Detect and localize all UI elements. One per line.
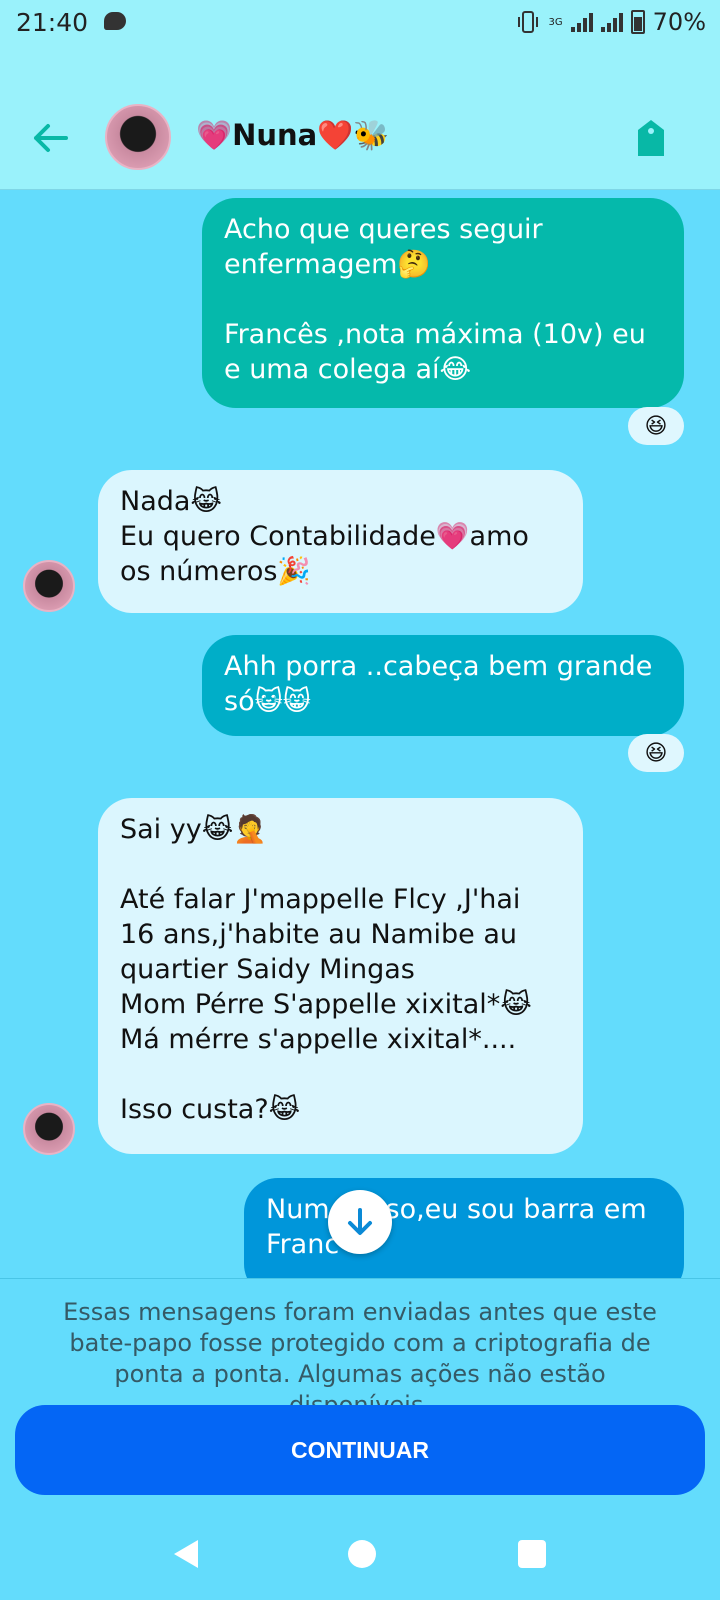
outgoing-message[interactable]: Acho que queres seguir enfermagem🤔 Franc…: [202, 198, 684, 408]
outgoing-message[interactable]: Ahh porra ..cabeça bem grande só😺😸: [202, 635, 684, 736]
network-type-label: 3G: [548, 16, 563, 28]
reaction-badge[interactable]: 😆: [628, 407, 684, 445]
status-time: 21:40: [16, 8, 89, 37]
sender-avatar[interactable]: [23, 560, 75, 612]
vibrate-icon: [517, 11, 538, 33]
sender-avatar[interactable]: [23, 1103, 75, 1155]
system-nav-bar: [0, 1514, 720, 1594]
status-indicators: 3G 70%: [515, 8, 706, 36]
arrow-down-icon: [348, 1208, 372, 1235]
message-notification-icon: [104, 12, 126, 30]
incoming-message[interactable]: Nada😹 Eu quero Contabilidade💗amo os núme…: [98, 470, 583, 613]
scroll-to-bottom-button[interactable]: [328, 1190, 392, 1254]
tag-icon[interactable]: [634, 118, 668, 158]
continue-button[interactable]: CONTINUAR: [15, 1405, 705, 1495]
contact-avatar[interactable]: [105, 104, 171, 170]
nav-home-icon[interactable]: [348, 1540, 376, 1568]
nav-recents-icon[interactable]: [518, 1540, 546, 1568]
arrow-left-icon[interactable]: [30, 118, 70, 158]
battery-icon: [630, 10, 645, 34]
battery-percent: 70%: [652, 8, 706, 36]
contact-name[interactable]: 💗Nuna❤️🐝: [196, 118, 389, 153]
signal-1-icon: [570, 12, 593, 32]
signal-2-icon: [600, 12, 623, 32]
incoming-message[interactable]: Sai yy😹🤦 Até falar J'mappelle Flcy ,J'ha…: [98, 798, 583, 1154]
encryption-notice: Essas mensagens foram enviadas antes que…: [63, 1298, 657, 1419]
app-header: 21:40 3G 70% 💗Nuna❤️🐝: [0, 0, 720, 190]
reaction-badge[interactable]: 😆: [628, 734, 684, 772]
nav-back-icon[interactable]: [172, 1538, 200, 1570]
